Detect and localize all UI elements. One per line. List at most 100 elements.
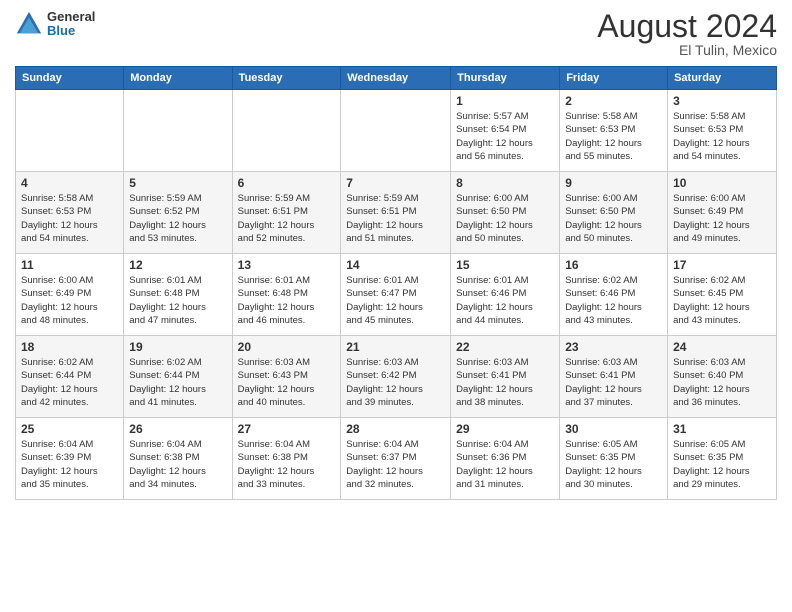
day-number: 21	[346, 340, 445, 354]
calendar-cell	[341, 90, 451, 172]
day-info: Sunrise: 5:59 AM Sunset: 6:51 PM Dayligh…	[238, 192, 336, 245]
day-info: Sunrise: 6:02 AM Sunset: 6:44 PM Dayligh…	[21, 356, 118, 409]
day-number: 12	[129, 258, 226, 272]
day-info: Sunrise: 6:01 AM Sunset: 6:46 PM Dayligh…	[456, 274, 554, 327]
logo: General Blue	[15, 10, 95, 39]
day-number: 16	[565, 258, 662, 272]
day-info: Sunrise: 5:58 AM Sunset: 6:53 PM Dayligh…	[673, 110, 771, 163]
day-info: Sunrise: 6:04 AM Sunset: 6:37 PM Dayligh…	[346, 438, 445, 491]
day-number: 25	[21, 422, 118, 436]
calendar-cell: 25 Sunrise: 6:04 AM Sunset: 6:39 PM Dayli…	[16, 418, 124, 500]
calendar-cell: 29 Sunrise: 6:04 AM Sunset: 6:36 PM Dayli…	[451, 418, 560, 500]
calendar-cell	[232, 90, 341, 172]
day-number: 14	[346, 258, 445, 272]
day-number: 17	[673, 258, 771, 272]
day-number: 29	[456, 422, 554, 436]
day-number: 19	[129, 340, 226, 354]
day-number: 22	[456, 340, 554, 354]
day-info: Sunrise: 6:04 AM Sunset: 6:38 PM Dayligh…	[129, 438, 226, 491]
day-number: 9	[565, 176, 662, 190]
day-number: 2	[565, 94, 662, 108]
calendar-cell: 5 Sunrise: 5:59 AM Sunset: 6:52 PM Daylig…	[124, 172, 232, 254]
day-number: 18	[21, 340, 118, 354]
day-number: 23	[565, 340, 662, 354]
day-number: 6	[238, 176, 336, 190]
logo-general: General	[47, 10, 95, 24]
calendar-week-row: 4Sunrise: 5:58 AM Sunset: 6:53 PM Daylig…	[16, 172, 777, 254]
day-info: Sunrise: 5:59 AM Sunset: 6:51 PM Dayligh…	[346, 192, 445, 245]
calendar-cell: 16 Sunrise: 6:02 AM Sunset: 6:46 PM Dayli…	[560, 254, 668, 336]
day-info: Sunrise: 6:03 AM Sunset: 6:42 PM Dayligh…	[346, 356, 445, 409]
weekday-header: Tuesday	[232, 67, 341, 90]
weekday-header: Wednesday	[341, 67, 451, 90]
title-area: August 2024 El Tulin, Mexico	[597, 10, 777, 58]
calendar-cell: 1 Sunrise: 5:57 AM Sunset: 6:54 PM Daylig…	[451, 90, 560, 172]
day-number: 28	[346, 422, 445, 436]
weekday-header: Thursday	[451, 67, 560, 90]
calendar-cell: 11Sunrise: 6:00 AM Sunset: 6:49 PM Dayli…	[16, 254, 124, 336]
calendar-cell: 7 Sunrise: 5:59 AM Sunset: 6:51 PM Daylig…	[341, 172, 451, 254]
day-number: 1	[456, 94, 554, 108]
day-number: 11	[21, 258, 118, 272]
month-title: August 2024	[597, 10, 777, 42]
day-info: Sunrise: 6:00 AM Sunset: 6:50 PM Dayligh…	[456, 192, 554, 245]
calendar-cell: 28 Sunrise: 6:04 AM Sunset: 6:37 PM Dayli…	[341, 418, 451, 500]
day-number: 13	[238, 258, 336, 272]
day-info: Sunrise: 5:57 AM Sunset: 6:54 PM Dayligh…	[456, 110, 554, 163]
day-info: Sunrise: 6:02 AM Sunset: 6:46 PM Dayligh…	[565, 274, 662, 327]
day-info: Sunrise: 5:59 AM Sunset: 6:52 PM Dayligh…	[129, 192, 226, 245]
day-info: Sunrise: 6:02 AM Sunset: 6:45 PM Dayligh…	[673, 274, 771, 327]
day-info: Sunrise: 6:03 AM Sunset: 6:40 PM Dayligh…	[673, 356, 771, 409]
header: General Blue August 2024 El Tulin, Mexic…	[15, 10, 777, 58]
day-info: Sunrise: 6:01 AM Sunset: 6:48 PM Dayligh…	[238, 274, 336, 327]
calendar-cell: 26 Sunrise: 6:04 AM Sunset: 6:38 PM Dayli…	[124, 418, 232, 500]
calendar-cell	[16, 90, 124, 172]
calendar-cell: 9 Sunrise: 6:00 AM Sunset: 6:50 PM Daylig…	[560, 172, 668, 254]
logo-blue: Blue	[47, 24, 95, 38]
calendar-cell: 20Sunrise: 6:03 AM Sunset: 6:43 PM Dayli…	[232, 336, 341, 418]
logo-icon	[15, 10, 43, 38]
calendar-cell: 27 Sunrise: 6:04 AM Sunset: 6:38 PM Dayli…	[232, 418, 341, 500]
day-number: 7	[346, 176, 445, 190]
day-info: Sunrise: 6:04 AM Sunset: 6:38 PM Dayligh…	[238, 438, 336, 491]
day-number: 27	[238, 422, 336, 436]
calendar-cell: 10Sunrise: 6:00 AM Sunset: 6:49 PM Dayli…	[668, 172, 777, 254]
weekday-header: Sunday	[16, 67, 124, 90]
day-info: Sunrise: 6:05 AM Sunset: 6:35 PM Dayligh…	[673, 438, 771, 491]
day-info: Sunrise: 6:03 AM Sunset: 6:43 PM Dayligh…	[238, 356, 336, 409]
calendar-cell: 22 Sunrise: 6:03 AM Sunset: 6:41 PM Dayli…	[451, 336, 560, 418]
calendar-cell: 23Sunrise: 6:03 AM Sunset: 6:41 PM Dayli…	[560, 336, 668, 418]
day-info: Sunrise: 5:58 AM Sunset: 6:53 PM Dayligh…	[21, 192, 118, 245]
calendar-header-row: SundayMondayTuesdayWednesdayThursdayFrid…	[16, 67, 777, 90]
calendar-week-row: 11Sunrise: 6:00 AM Sunset: 6:49 PM Dayli…	[16, 254, 777, 336]
calendar-cell: 4Sunrise: 5:58 AM Sunset: 6:53 PM Daylig…	[16, 172, 124, 254]
calendar-cell: 15 Sunrise: 6:01 AM Sunset: 6:46 PM Dayli…	[451, 254, 560, 336]
day-number: 31	[673, 422, 771, 436]
calendar-table: SundayMondayTuesdayWednesdayThursdayFrid…	[15, 66, 777, 500]
day-info: Sunrise: 6:04 AM Sunset: 6:36 PM Dayligh…	[456, 438, 554, 491]
day-info: Sunrise: 6:04 AM Sunset: 6:39 PM Dayligh…	[21, 438, 118, 491]
day-number: 24	[673, 340, 771, 354]
calendar-cell: 30Sunrise: 6:05 AM Sunset: 6:35 PM Dayli…	[560, 418, 668, 500]
calendar-cell: 24 Sunrise: 6:03 AM Sunset: 6:40 PM Dayli…	[668, 336, 777, 418]
day-info: Sunrise: 6:00 AM Sunset: 6:50 PM Dayligh…	[565, 192, 662, 245]
day-number: 26	[129, 422, 226, 436]
weekday-header: Saturday	[668, 67, 777, 90]
day-info: Sunrise: 6:01 AM Sunset: 6:48 PM Dayligh…	[129, 274, 226, 327]
calendar-cell: 21 Sunrise: 6:03 AM Sunset: 6:42 PM Dayli…	[341, 336, 451, 418]
calendar-week-row: 25 Sunrise: 6:04 AM Sunset: 6:39 PM Dayli…	[16, 418, 777, 500]
day-info: Sunrise: 6:05 AM Sunset: 6:35 PM Dayligh…	[565, 438, 662, 491]
calendar-cell: 13 Sunrise: 6:01 AM Sunset: 6:48 PM Dayli…	[232, 254, 341, 336]
calendar-cell: 6 Sunrise: 5:59 AM Sunset: 6:51 PM Daylig…	[232, 172, 341, 254]
page-container: General Blue August 2024 El Tulin, Mexic…	[0, 0, 792, 612]
weekday-header: Friday	[560, 67, 668, 90]
calendar-cell: 18 Sunrise: 6:02 AM Sunset: 6:44 PM Dayli…	[16, 336, 124, 418]
day-info: Sunrise: 6:02 AM Sunset: 6:44 PM Dayligh…	[129, 356, 226, 409]
day-number: 8	[456, 176, 554, 190]
day-info: Sunrise: 6:03 AM Sunset: 6:41 PM Dayligh…	[456, 356, 554, 409]
day-number: 5	[129, 176, 226, 190]
day-number: 15	[456, 258, 554, 272]
calendar-cell: 2Sunrise: 5:58 AM Sunset: 6:53 PM Daylig…	[560, 90, 668, 172]
calendar-week-row: 18 Sunrise: 6:02 AM Sunset: 6:44 PM Dayli…	[16, 336, 777, 418]
calendar-cell: 14Sunrise: 6:01 AM Sunset: 6:47 PM Dayli…	[341, 254, 451, 336]
